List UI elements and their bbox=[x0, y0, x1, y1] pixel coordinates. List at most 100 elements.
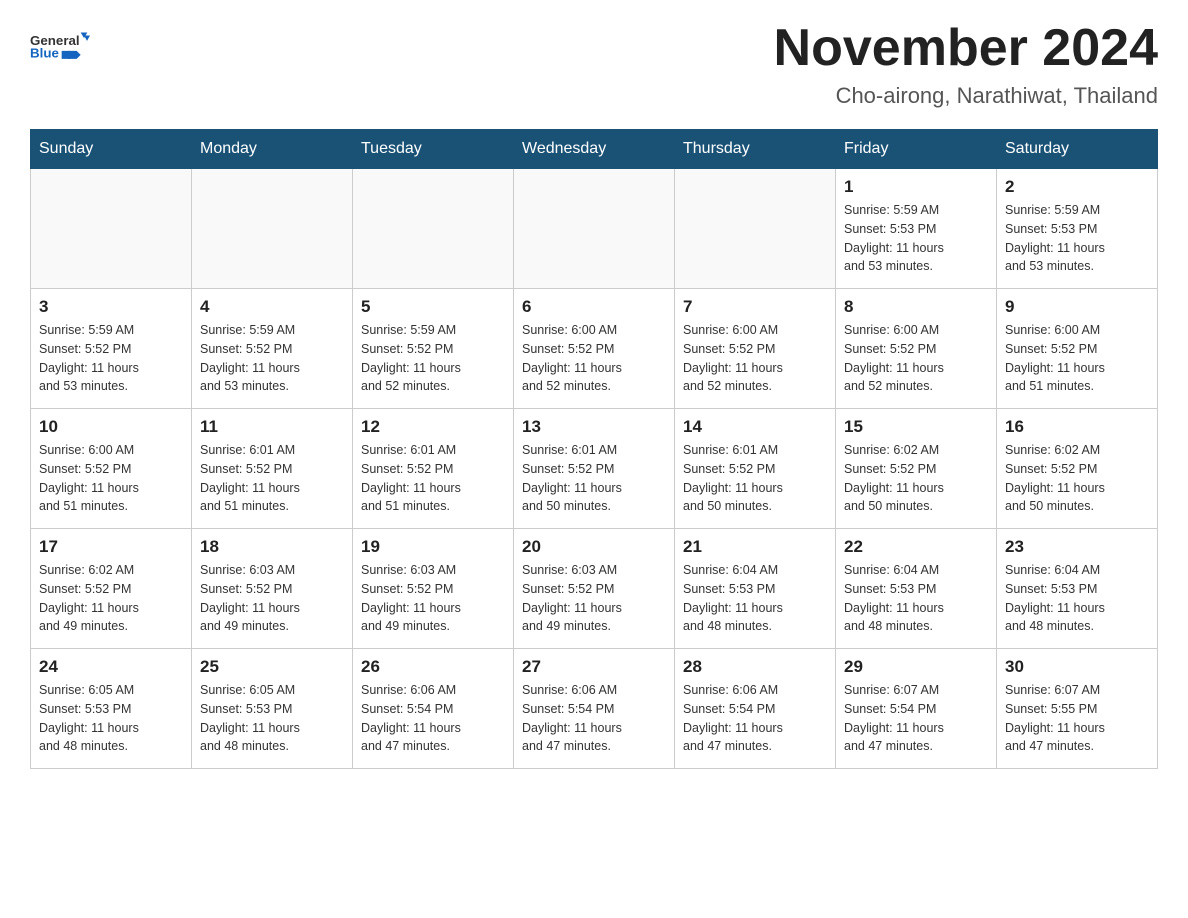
day-number: 24 bbox=[39, 657, 183, 677]
calendar-cell: 20Sunrise: 6:03 AM Sunset: 5:52 PM Dayli… bbox=[514, 529, 675, 649]
calendar-cell bbox=[192, 169, 353, 289]
calendar-cell: 6Sunrise: 6:00 AM Sunset: 5:52 PM Daylig… bbox=[514, 289, 675, 409]
day-number: 17 bbox=[39, 537, 183, 557]
day-number: 13 bbox=[522, 417, 666, 437]
day-number: 14 bbox=[683, 417, 827, 437]
day-sun-info: Sunrise: 6:07 AM Sunset: 5:54 PM Dayligh… bbox=[844, 681, 988, 756]
location-subtitle: Cho-airong, Narathiwat, Thailand bbox=[774, 83, 1158, 109]
calendar-cell: 10 Sunrise: 6:00 AM Sunset: 5:52 PM Dayli… bbox=[31, 409, 192, 529]
day-sun-info: Sunrise: 6:02 AM Sunset: 5:52 PM Dayligh… bbox=[844, 441, 988, 516]
day-number: 7 bbox=[683, 297, 827, 317]
day-number: 6 bbox=[522, 297, 666, 317]
calendar-cell bbox=[514, 169, 675, 289]
weekday-header-sunday: Sunday bbox=[31, 130, 192, 169]
day-sun-info: Sunrise: 5:59 AM Sunset: 5:53 PM Dayligh… bbox=[1005, 201, 1149, 276]
day-sun-info: Sunrise: 6:06 AM Sunset: 5:54 PM Dayligh… bbox=[522, 681, 666, 756]
day-sun-info: Sunrise: 5:59 AM Sunset: 5:52 PM Dayligh… bbox=[39, 321, 183, 396]
calendar-week-row: 24 Sunrise: 6:05 AM Sunset: 5:53 PM Dayli… bbox=[31, 649, 1158, 769]
day-number: 26 bbox=[361, 657, 505, 677]
day-number: 3 bbox=[39, 297, 183, 317]
day-sun-info: Sunrise: 6:01 AM Sunset: 5:52 PM Dayligh… bbox=[522, 441, 666, 516]
day-number: 28 bbox=[683, 657, 827, 677]
calendar-cell: 21Sunrise: 6:04 AM Sunset: 5:53 PM Dayli… bbox=[675, 529, 836, 649]
weekday-header-wednesday: Wednesday bbox=[514, 130, 675, 169]
day-sun-info: Sunrise: 6:01 AM Sunset: 5:52 PM Dayligh… bbox=[200, 441, 344, 516]
weekday-header-saturday: Saturday bbox=[997, 130, 1158, 169]
day-sun-info: Sunrise: 6:03 AM Sunset: 5:52 PM Dayligh… bbox=[522, 561, 666, 636]
calendar-cell: 17 Sunrise: 6:02 AM Sunset: 5:52 PM Dayli… bbox=[31, 529, 192, 649]
day-sun-info: Sunrise: 6:05 AM Sunset: 5:53 PM Dayligh… bbox=[39, 681, 183, 756]
day-sun-info: Sunrise: 5:59 AM Sunset: 5:53 PM Dayligh… bbox=[844, 201, 988, 276]
day-sun-info: Sunrise: 6:02 AM Sunset: 5:52 PM Dayligh… bbox=[39, 561, 183, 636]
day-sun-info: Sunrise: 6:06 AM Sunset: 5:54 PM Dayligh… bbox=[361, 681, 505, 756]
day-number: 16 bbox=[1005, 417, 1149, 437]
calendar-cell: 19Sunrise: 6:03 AM Sunset: 5:52 PM Dayli… bbox=[353, 529, 514, 649]
logo: General Blue bbox=[30, 20, 90, 75]
day-sun-info: Sunrise: 6:04 AM Sunset: 5:53 PM Dayligh… bbox=[1005, 561, 1149, 636]
calendar-cell: 22Sunrise: 6:04 AM Sunset: 5:53 PM Dayli… bbox=[836, 529, 997, 649]
calendar-cell: 3 Sunrise: 5:59 AM Sunset: 5:52 PM Daylig… bbox=[31, 289, 192, 409]
calendar-week-row: 3 Sunrise: 5:59 AM Sunset: 5:52 PM Daylig… bbox=[31, 289, 1158, 409]
calendar-cell: 23 Sunrise: 6:04 AM Sunset: 5:53 PM Dayli… bbox=[997, 529, 1158, 649]
calendar-cell: 4 Sunrise: 5:59 AM Sunset: 5:52 PM Daylig… bbox=[192, 289, 353, 409]
calendar-cell: 1 Sunrise: 5:59 AM Sunset: 5:53 PM Daylig… bbox=[836, 169, 997, 289]
day-sun-info: Sunrise: 6:03 AM Sunset: 5:52 PM Dayligh… bbox=[200, 561, 344, 636]
calendar-cell: 26 Sunrise: 6:06 AM Sunset: 5:54 PM Dayli… bbox=[353, 649, 514, 769]
calendar-cell: 18 Sunrise: 6:03 AM Sunset: 5:52 PM Dayli… bbox=[192, 529, 353, 649]
calendar-header-row: SundayMondayTuesdayWednesdayThursdayFrid… bbox=[31, 130, 1158, 169]
calendar-cell: 28Sunrise: 6:06 AM Sunset: 5:54 PM Dayli… bbox=[675, 649, 836, 769]
calendar-cell: 27 Sunrise: 6:06 AM Sunset: 5:54 PM Dayli… bbox=[514, 649, 675, 769]
day-number: 23 bbox=[1005, 537, 1149, 557]
day-sun-info: Sunrise: 6:01 AM Sunset: 5:52 PM Dayligh… bbox=[683, 441, 827, 516]
day-number: 5 bbox=[361, 297, 505, 317]
calendar-week-row: 17 Sunrise: 6:02 AM Sunset: 5:52 PM Dayli… bbox=[31, 529, 1158, 649]
day-number: 11 bbox=[200, 417, 344, 437]
day-sun-info: Sunrise: 6:00 AM Sunset: 5:52 PM Dayligh… bbox=[39, 441, 183, 516]
calendar-cell bbox=[353, 169, 514, 289]
page-header: General Blue November 2024 Cho-airong, N… bbox=[30, 20, 1158, 109]
calendar-cell bbox=[675, 169, 836, 289]
day-number: 15 bbox=[844, 417, 988, 437]
weekday-header-monday: Monday bbox=[192, 130, 353, 169]
calendar-cell: 2Sunrise: 5:59 AM Sunset: 5:53 PM Daylig… bbox=[997, 169, 1158, 289]
calendar-cell: 13 Sunrise: 6:01 AM Sunset: 5:52 PM Dayli… bbox=[514, 409, 675, 529]
day-sun-info: Sunrise: 5:59 AM Sunset: 5:52 PM Dayligh… bbox=[200, 321, 344, 396]
svg-text:Blue: Blue bbox=[30, 46, 59, 61]
logo-svg: General Blue bbox=[30, 20, 90, 75]
day-number: 18 bbox=[200, 537, 344, 557]
day-sun-info: Sunrise: 6:00 AM Sunset: 5:52 PM Dayligh… bbox=[844, 321, 988, 396]
calendar-cell: 8Sunrise: 6:00 AM Sunset: 5:52 PM Daylig… bbox=[836, 289, 997, 409]
calendar-cell: 5 Sunrise: 5:59 AM Sunset: 5:52 PM Daylig… bbox=[353, 289, 514, 409]
day-number: 1 bbox=[844, 177, 988, 197]
calendar-table: SundayMondayTuesdayWednesdayThursdayFrid… bbox=[30, 129, 1158, 769]
day-number: 19 bbox=[361, 537, 505, 557]
calendar-cell: 16Sunrise: 6:02 AM Sunset: 5:52 PM Dayli… bbox=[997, 409, 1158, 529]
calendar-cell: 11 Sunrise: 6:01 AM Sunset: 5:52 PM Dayli… bbox=[192, 409, 353, 529]
month-year-title: November 2024 bbox=[774, 20, 1158, 77]
day-number: 29 bbox=[844, 657, 988, 677]
day-sun-info: Sunrise: 6:00 AM Sunset: 5:52 PM Dayligh… bbox=[1005, 321, 1149, 396]
day-sun-info: Sunrise: 6:01 AM Sunset: 5:52 PM Dayligh… bbox=[361, 441, 505, 516]
calendar-cell: 24 Sunrise: 6:05 AM Sunset: 5:53 PM Dayli… bbox=[31, 649, 192, 769]
calendar-cell: 14 Sunrise: 6:01 AM Sunset: 5:52 PM Dayli… bbox=[675, 409, 836, 529]
calendar-cell: 30 Sunrise: 6:07 AM Sunset: 5:55 PM Dayli… bbox=[997, 649, 1158, 769]
day-sun-info: Sunrise: 6:07 AM Sunset: 5:55 PM Dayligh… bbox=[1005, 681, 1149, 756]
day-number: 12 bbox=[361, 417, 505, 437]
day-number: 30 bbox=[1005, 657, 1149, 677]
day-number: 22 bbox=[844, 537, 988, 557]
day-number: 10 bbox=[39, 417, 183, 437]
calendar-cell: 12 Sunrise: 6:01 AM Sunset: 5:52 PM Dayli… bbox=[353, 409, 514, 529]
calendar-cell bbox=[31, 169, 192, 289]
day-number: 25 bbox=[200, 657, 344, 677]
day-number: 4 bbox=[200, 297, 344, 317]
calendar-cell: 29 Sunrise: 6:07 AM Sunset: 5:54 PM Dayli… bbox=[836, 649, 997, 769]
weekday-header-tuesday: Tuesday bbox=[353, 130, 514, 169]
weekday-header-thursday: Thursday bbox=[675, 130, 836, 169]
day-sun-info: Sunrise: 6:00 AM Sunset: 5:52 PM Dayligh… bbox=[683, 321, 827, 396]
day-sun-info: Sunrise: 5:59 AM Sunset: 5:52 PM Dayligh… bbox=[361, 321, 505, 396]
day-number: 9 bbox=[1005, 297, 1149, 317]
title-section: November 2024 Cho-airong, Narathiwat, Th… bbox=[774, 20, 1158, 109]
calendar-week-row: 10 Sunrise: 6:00 AM Sunset: 5:52 PM Dayli… bbox=[31, 409, 1158, 529]
day-number: 27 bbox=[522, 657, 666, 677]
day-sun-info: Sunrise: 6:04 AM Sunset: 5:53 PM Dayligh… bbox=[683, 561, 827, 636]
